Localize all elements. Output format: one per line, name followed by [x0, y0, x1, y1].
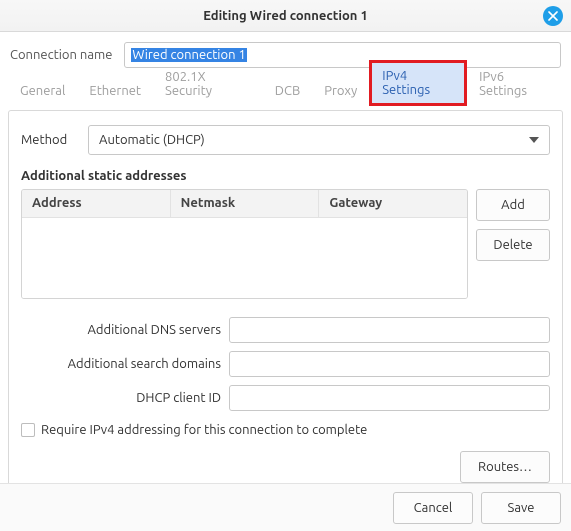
require-ipv4-row: Require IPv4 addressing for this connect… — [21, 423, 550, 437]
connection-name-label: Connection name — [10, 48, 112, 62]
delete-button[interactable]: Delete — [476, 229, 550, 261]
tab-ethernet[interactable]: Ethernet — [77, 76, 153, 106]
dns-servers-label: Additional DNS servers — [21, 323, 221, 337]
tab-bar: General Ethernet 802.1X Security DCB Pro… — [0, 76, 571, 106]
dhcp-client-id-label: DHCP client ID — [21, 391, 221, 405]
addresses-buttons: Add Delete — [476, 189, 550, 299]
tab-dcb[interactable]: DCB — [263, 76, 312, 106]
close-button[interactable] — [543, 6, 563, 26]
require-ipv4-checkbox[interactable] — [21, 423, 35, 437]
tab-ipv4-settings[interactable]: IPv4 Settings — [369, 60, 467, 106]
col-gateway: Gateway — [319, 190, 467, 217]
dns-servers-input[interactable] — [229, 317, 550, 343]
search-domains-label: Additional search domains — [21, 357, 221, 371]
tab-proxy[interactable]: Proxy — [312, 76, 369, 106]
titlebar: Editing Wired connection 1 — [0, 0, 571, 32]
method-label: Method — [21, 133, 76, 147]
window-title: Editing Wired connection 1 — [203, 9, 368, 23]
connection-name-value: Wired connection 1 — [131, 48, 246, 62]
search-domains-input[interactable] — [229, 351, 550, 377]
close-icon — [548, 11, 558, 21]
tab-ipv6-settings[interactable]: IPv6 Settings — [467, 62, 563, 106]
dhcp-client-id-input[interactable] — [229, 385, 550, 411]
cancel-button[interactable]: Cancel — [393, 492, 473, 524]
addresses-header: Address Netmask Gateway — [22, 190, 467, 218]
tab-general[interactable]: General — [8, 76, 77, 106]
ipv4-panel: Method Automatic (DHCP) Additional stati… — [8, 110, 563, 496]
additional-addresses-title: Additional static addresses — [21, 169, 550, 183]
method-row: Method Automatic (DHCP) — [21, 125, 550, 155]
method-value: Automatic (DHCP) — [99, 133, 205, 147]
addresses-area: Address Netmask Gateway Add Delete — [21, 189, 550, 299]
addresses-table[interactable]: Address Netmask Gateway — [21, 189, 468, 299]
dialog-footer: Cancel Save — [0, 483, 571, 531]
chevron-down-icon — [529, 137, 539, 143]
method-select[interactable]: Automatic (DHCP) — [88, 125, 550, 155]
extra-fields: Additional DNS servers Additional search… — [21, 317, 550, 411]
add-button[interactable]: Add — [476, 189, 550, 221]
addresses-body[interactable] — [22, 218, 467, 298]
routes-button[interactable]: Routes… — [460, 451, 550, 483]
tab-802-1x-security[interactable]: 802.1X Security — [153, 62, 263, 106]
routes-row: Routes… — [21, 451, 550, 483]
save-button[interactable]: Save — [481, 492, 561, 524]
col-netmask: Netmask — [171, 190, 320, 217]
col-address: Address — [22, 190, 171, 217]
require-ipv4-label: Require IPv4 addressing for this connect… — [41, 423, 367, 437]
